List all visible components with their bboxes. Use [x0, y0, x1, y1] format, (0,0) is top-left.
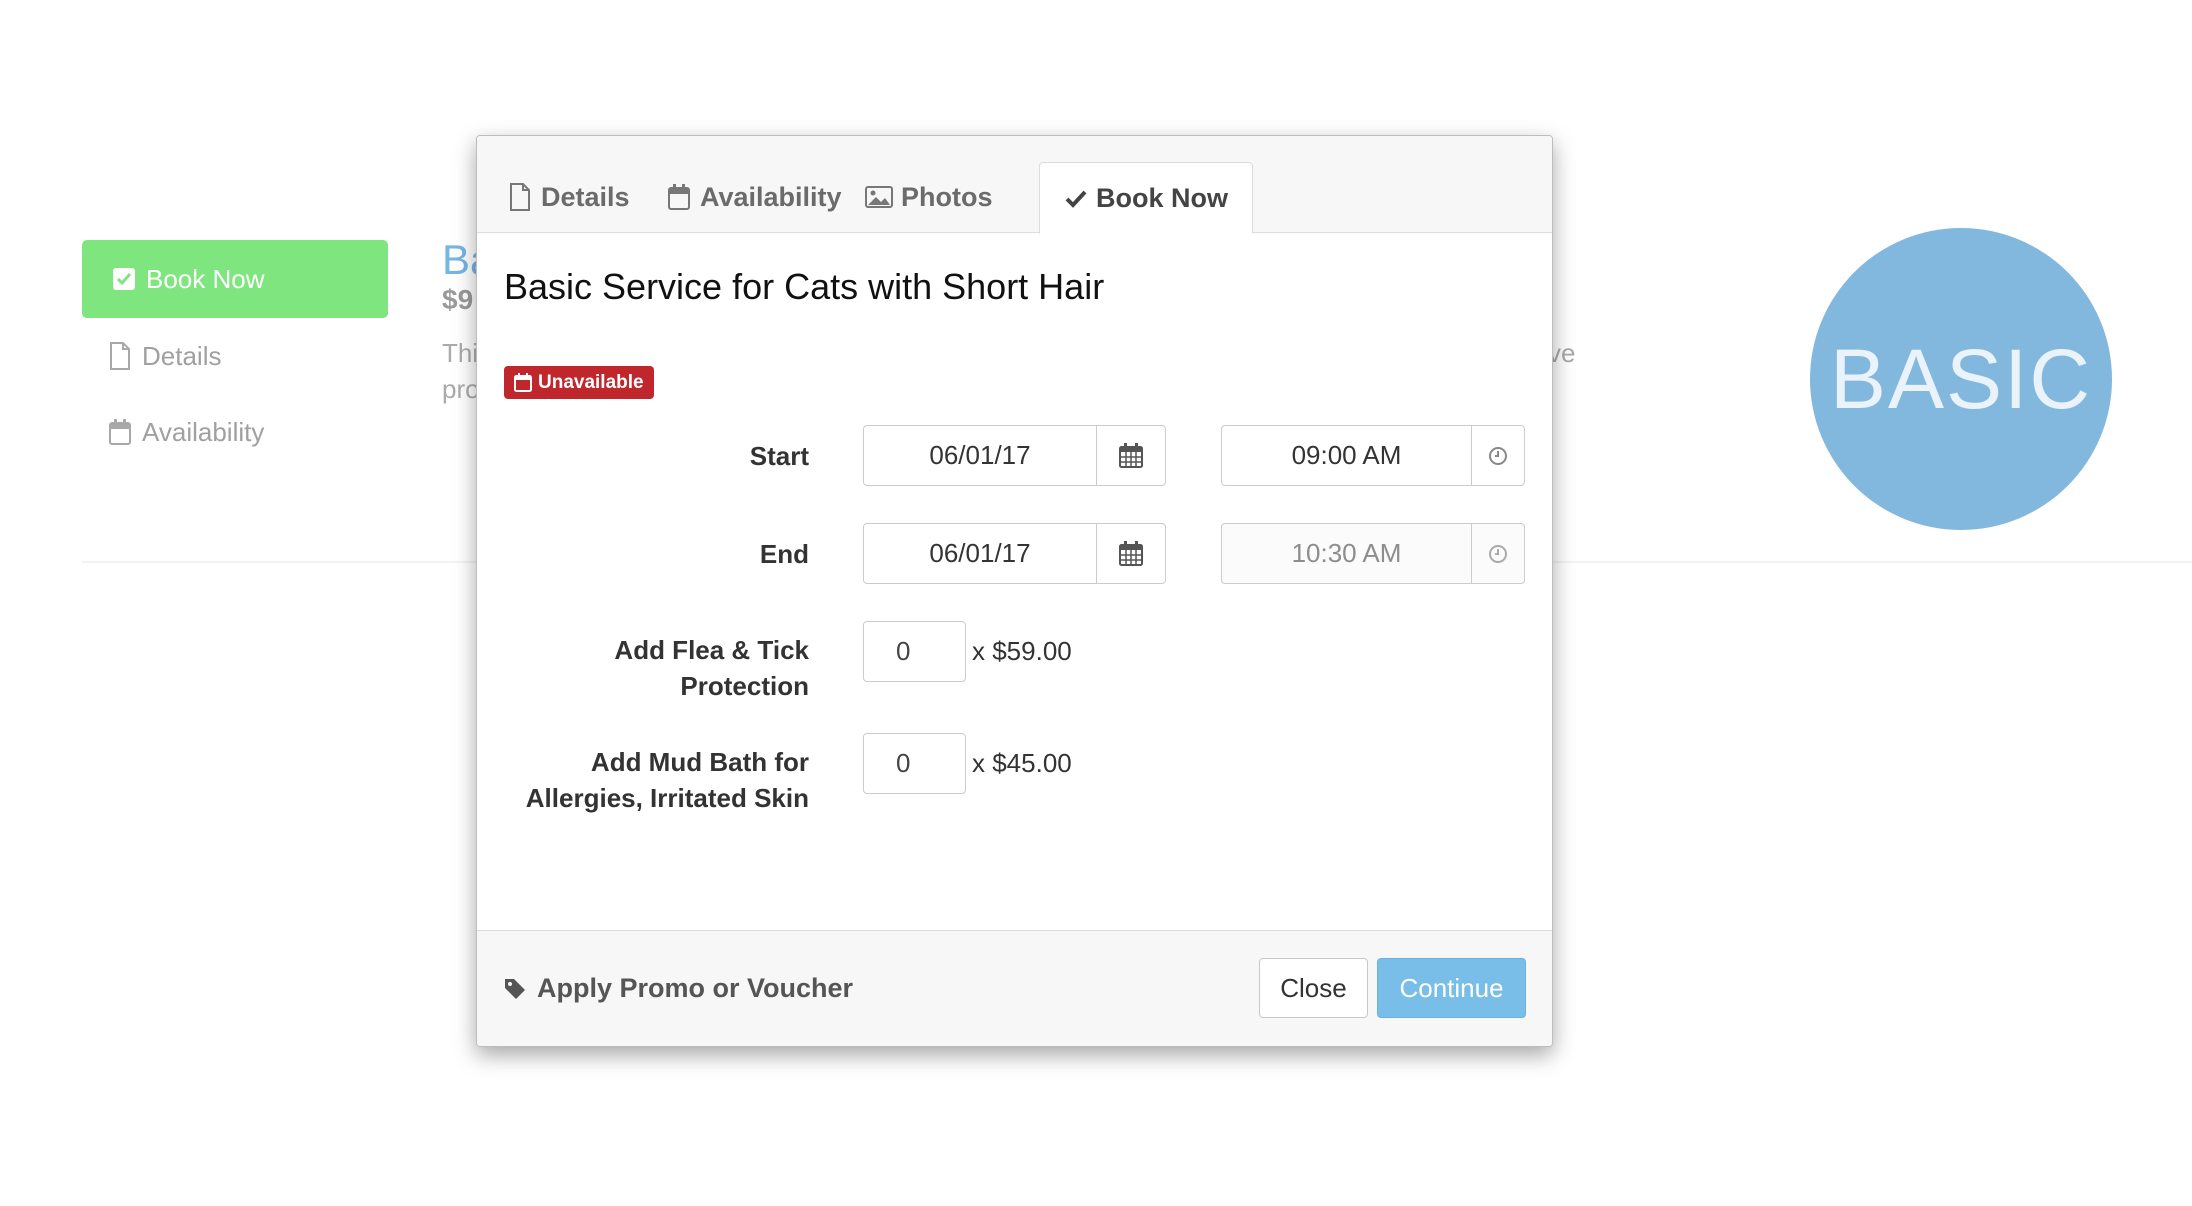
- addon-flea-tick-quantity-input[interactable]: 0: [863, 621, 966, 682]
- close-button[interactable]: Close: [1259, 958, 1368, 1018]
- end-time-input: 10:30 AM: [1221, 523, 1471, 584]
- background-description-line: Thi: [442, 338, 479, 368]
- side-item-availability-label: Availability: [142, 416, 265, 447]
- side-book-now-button[interactable]: Book Now: [82, 240, 388, 318]
- background-service-price: $9: [442, 284, 474, 315]
- end-date-group: 06/01/17: [863, 523, 1166, 584]
- calendar-icon: [1119, 442, 1143, 468]
- addon-label-line: Add Mud Bath for: [590, 747, 809, 777]
- start-time-group: 09:00 AM: [1221, 425, 1525, 486]
- apply-promo-link[interactable]: Apply Promo or Voucher: [503, 973, 853, 1004]
- continue-button[interactable]: Continue: [1377, 958, 1526, 1018]
- start-time-input[interactable]: 09:00 AM: [1221, 425, 1471, 486]
- addon-mud-bath-price: x $45.00: [972, 748, 1072, 778]
- side-item-details-label: Details: [142, 340, 222, 371]
- tab-details-label: Details: [541, 181, 630, 212]
- tag-icon: [505, 978, 525, 999]
- side-nav: Book Now Details Availability: [82, 240, 388, 470]
- unavailable-status-label: Unavailable: [538, 371, 644, 393]
- side-item-availability[interactable]: Availability: [82, 394, 388, 470]
- modal-tab-bar: Details Availability Photos Book Now: [477, 136, 1552, 234]
- tab-book-now-label: Book Now: [1096, 182, 1228, 213]
- addon-flea-tick-price: x $59.00: [972, 636, 1072, 666]
- calendar-icon: [668, 184, 690, 210]
- addon-label-line: Allergies, Irritated Skin: [525, 783, 809, 813]
- side-item-details[interactable]: Details: [82, 318, 388, 394]
- calendar-icon: [1119, 540, 1143, 566]
- addon-mud-bath-label: Add Mud Bath for Allergies, Irritated Sk…: [526, 744, 809, 816]
- end-date-picker-button[interactable]: [1096, 523, 1166, 584]
- end-time-group: 10:30 AM: [1221, 523, 1525, 584]
- start-date-picker-button[interactable]: [1096, 425, 1166, 486]
- end-date-input[interactable]: 06/01/17: [863, 523, 1096, 584]
- end-label: End: [759, 539, 809, 569]
- addon-label-line: Add Flea & Tick: [614, 635, 809, 665]
- image-icon: [865, 186, 893, 208]
- tab-book-now[interactable]: Book Now: [1039, 162, 1253, 234]
- side-book-now-label: Book Now: [146, 263, 265, 294]
- booking-modal: Details Availability Photos Book Now Bas…: [476, 135, 1553, 1047]
- tab-availability[interactable]: Availability: [642, 162, 866, 232]
- clock-icon: [1489, 544, 1507, 563]
- tab-photos-label: Photos: [901, 181, 993, 212]
- file-icon: [110, 342, 130, 370]
- addon-flea-tick-label: Add Flea & Tick Protection: [614, 632, 809, 704]
- file-icon: [510, 183, 530, 211]
- background-description-line: pro: [442, 374, 480, 404]
- basic-service-badge: BASIC: [1810, 228, 2112, 530]
- calendar-icon: [109, 419, 131, 445]
- start-date-group: 06/01/17: [863, 425, 1166, 486]
- addon-mud-bath-quantity-input[interactable]: 0: [863, 733, 966, 794]
- start-label: Start: [749, 441, 809, 471]
- tab-photos[interactable]: Photos: [841, 162, 1017, 232]
- clock-icon: [1489, 446, 1507, 465]
- check-icon: [1065, 190, 1087, 208]
- modal-footer: Apply Promo or Voucher Close Continue: [477, 930, 1552, 1046]
- tab-availability-label: Availability: [700, 181, 842, 212]
- apply-promo-label: Apply Promo or Voucher: [537, 973, 854, 1003]
- tab-details[interactable]: Details: [483, 162, 654, 232]
- unavailable-status-badge: Unavailable: [504, 366, 654, 399]
- start-time-picker-button[interactable]: [1471, 425, 1525, 486]
- start-date-input[interactable]: 06/01/17: [863, 425, 1096, 486]
- checkbox-checked-icon: [113, 268, 135, 290]
- addon-label-line: Protection: [680, 671, 809, 701]
- calendar-icon: [514, 373, 532, 392]
- modal-title: Basic Service for Cats with Short Hair: [504, 266, 1105, 307]
- end-time-picker-button: [1471, 523, 1525, 584]
